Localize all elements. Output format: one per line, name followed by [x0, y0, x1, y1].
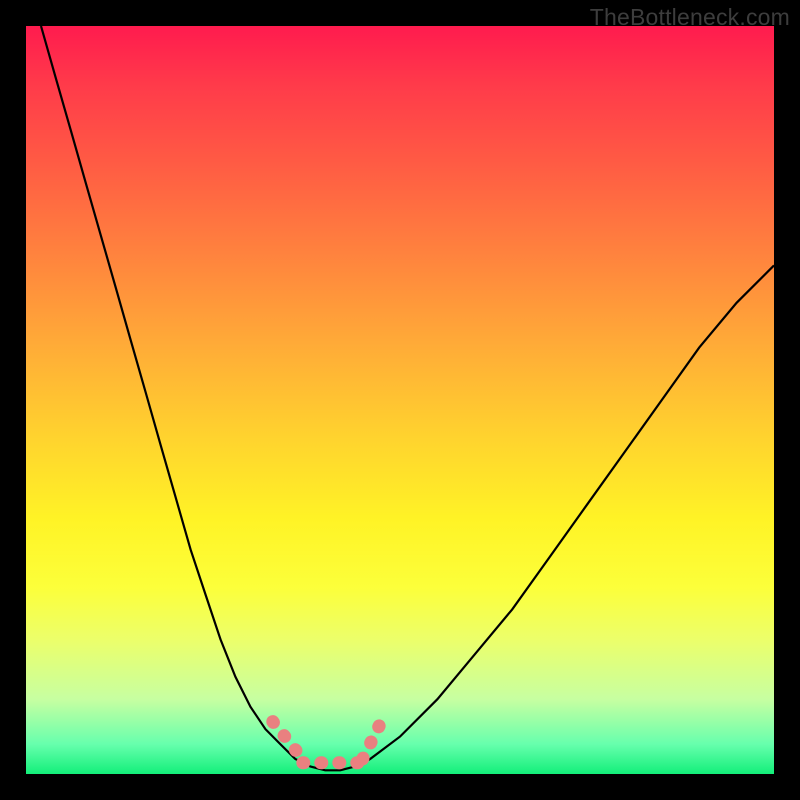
- valley-marker-segment: [363, 714, 385, 759]
- valley-marker-overlay: [273, 714, 385, 763]
- chart-plot-area: [26, 26, 774, 774]
- bottleneck-curve: [41, 26, 774, 770]
- watermark-text: TheBottleneck.com: [590, 4, 790, 31]
- chart-svg: [26, 26, 774, 774]
